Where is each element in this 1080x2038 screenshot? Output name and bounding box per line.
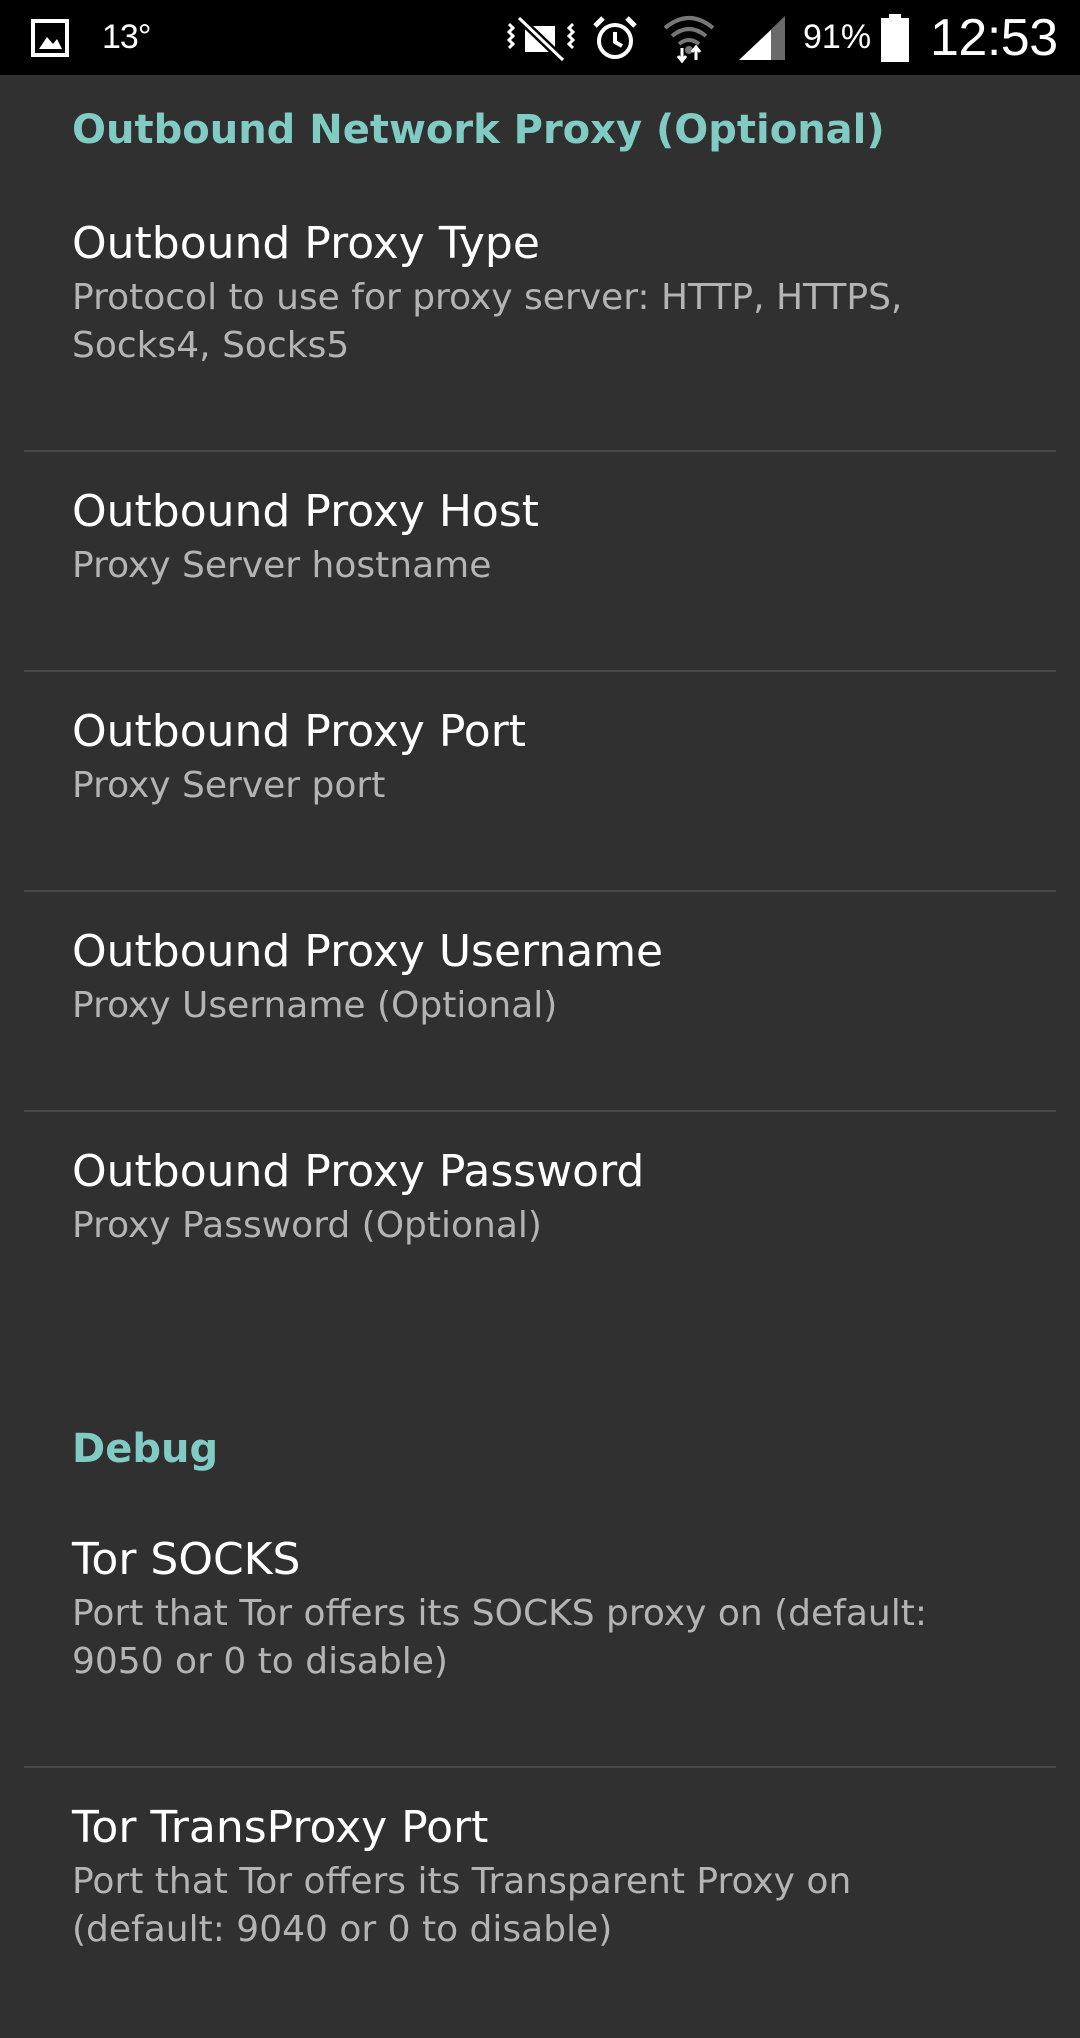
pref-tor-socks[interactable]: Tor SOCKS Port that Tor offers its SOCKS… (0, 1500, 1080, 1768)
pref-outbound-proxy-username[interactable]: Outbound Proxy Username Proxy Username (… (0, 892, 1080, 1112)
pref-outbound-proxy-password[interactable]: Outbound Proxy Password Proxy Password (… (0, 1112, 1080, 1332)
pref-title: Outbound Proxy Port (72, 706, 527, 757)
temperature-readout: 13° (102, 18, 151, 56)
wifi-icon (661, 0, 717, 75)
pref-summary: Protocol to use for proxy server: HTTP, … (72, 277, 903, 366)
alarm-icon (591, 0, 639, 75)
pref-title: Outbound Proxy Type (72, 218, 540, 269)
pref-summary: Port that Tor offers its SOCKS proxy on … (72, 1593, 927, 1682)
pref-outbound-proxy-type[interactable]: Outbound Proxy Type Protocol to use for … (0, 184, 1080, 452)
pref-title: Outbound Proxy Username (72, 926, 664, 977)
vibrate-mute-icon (505, 0, 577, 75)
pref-outbound-proxy-host[interactable]: Outbound Proxy Host Proxy Server hostnam… (0, 452, 1080, 672)
pref-title: Outbound Proxy Host (72, 486, 540, 537)
battery-percent: 91% (803, 18, 872, 56)
pref-title: Tor TransProxy Port (72, 1802, 489, 1853)
pref-title: Tor SOCKS (72, 1534, 301, 1585)
pref-summary: Proxy Server hostname (72, 545, 492, 586)
cell-signal-icon (737, 0, 787, 75)
pref-summary: Proxy Username (Optional) (72, 985, 558, 1026)
pref-summary: Port that Tor offers its Transparent Pro… (72, 1861, 852, 1950)
preference-list: Outbound Network Proxy (Optional) Outbou… (0, 75, 1080, 2038)
pref-summary: Proxy Password (Optional) (72, 1205, 542, 1246)
battery-icon (880, 0, 910, 75)
clock: 12:53 (930, 8, 1058, 67)
pref-outbound-proxy-port[interactable]: Outbound Proxy Port Proxy Server port (0, 672, 1080, 892)
category-header-debug: Debug (72, 1426, 219, 1472)
pref-tor-transproxy-port[interactable]: Tor TransProxy Port Port that Tor offers… (0, 1768, 1080, 2038)
gallery-icon (30, 0, 70, 75)
pref-title: Outbound Proxy Password (72, 1146, 645, 1197)
category-header-outbound-proxy: Outbound Network Proxy (Optional) (72, 106, 885, 153)
pref-summary: Proxy Server port (72, 765, 386, 806)
status-bar: 13° 91% 12:53 (0, 0, 1080, 75)
